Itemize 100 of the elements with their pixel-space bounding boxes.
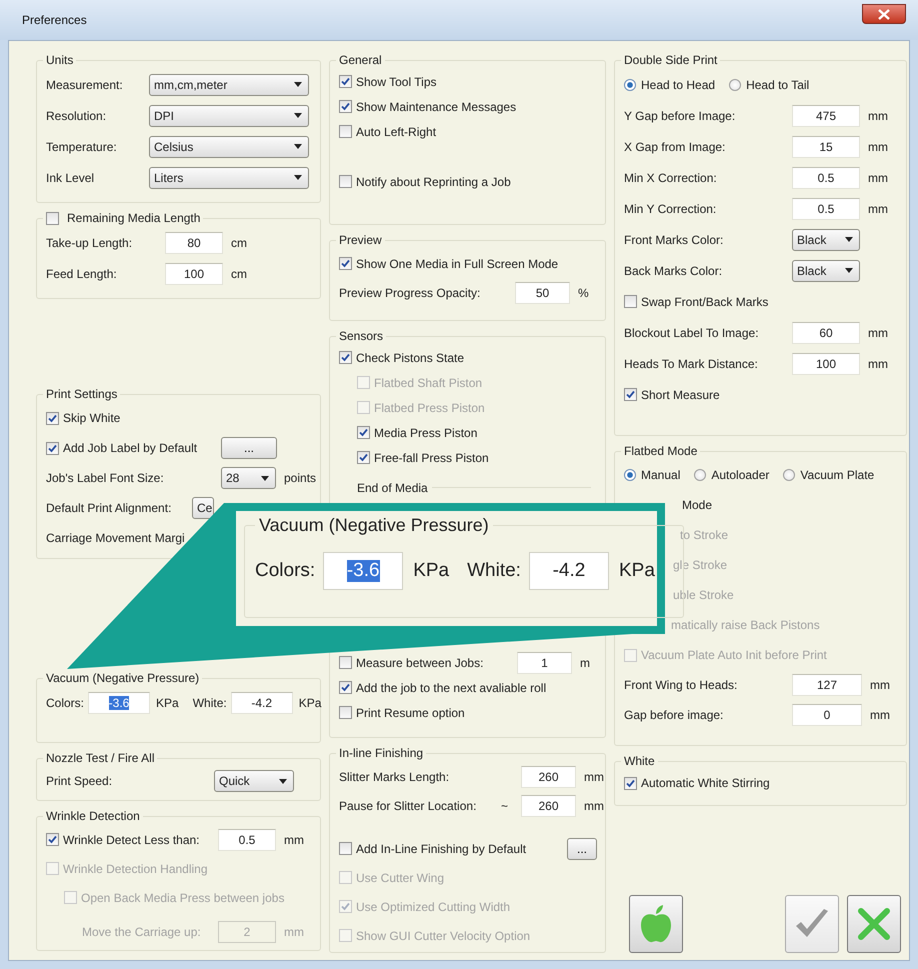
radio-label: Manual — [641, 468, 680, 482]
unit-label: mm — [584, 798, 604, 812]
checkbox-label: Wrinkle Detection Handling — [63, 862, 208, 876]
checkbox[interactable] — [46, 212, 59, 224]
radio-button[interactable] — [783, 469, 796, 481]
field-label: Colors: — [255, 560, 316, 582]
field-label: White: — [467, 560, 521, 582]
cancel-button[interactable] — [847, 895, 901, 953]
input-field[interactable]: 0.5 — [792, 166, 860, 188]
dropdown[interactable]: Black — [792, 228, 860, 250]
checkbox[interactable] — [339, 175, 352, 188]
unit-label: mm — [868, 140, 888, 154]
input-field[interactable]: 0 — [792, 704, 862, 726]
field-label: Take-up Length: — [46, 236, 134, 250]
group-title: General — [339, 53, 382, 67]
checkbox[interactable] — [624, 295, 637, 308]
input-field[interactable]: -4.2 — [230, 692, 293, 714]
checkbox[interactable] — [339, 842, 352, 855]
checkbox-label: Show Tool Tips — [356, 74, 436, 88]
group-title: Double Side Print — [624, 53, 718, 67]
checkbox[interactable] — [624, 388, 637, 401]
checkbox[interactable] — [339, 75, 352, 88]
checkbox[interactable] — [339, 656, 352, 669]
field-label: Blockout Label To Image: — [624, 326, 760, 340]
input-field[interactable]: 60 — [792, 322, 860, 344]
checkbox-label: Free-fall Press Piston — [374, 450, 489, 464]
input-field[interactable]: 127 — [792, 674, 862, 696]
unit-label: cm — [231, 236, 247, 250]
group-title: In-line Finishing — [339, 746, 424, 760]
dropdown[interactable]: DPI — [149, 104, 309, 126]
checkbox[interactable] — [46, 412, 59, 424]
input-field[interactable]: 50 — [515, 282, 570, 304]
more-button[interactable]: ... — [567, 838, 597, 860]
radio-button[interactable] — [694, 469, 706, 481]
caret-icon — [279, 778, 287, 784]
radio-label: Vacuum Plate — [800, 468, 874, 482]
dropdown[interactable]: mm,cm,meter — [149, 74, 309, 96]
field-label: Measurement: — [46, 78, 124, 92]
group-title: Vacuum (Negative Pressure) — [258, 515, 490, 536]
apple-button[interactable] — [629, 895, 683, 953]
checkbox[interactable] — [339, 681, 352, 694]
close-button[interactable] — [862, 4, 906, 24]
input-field[interactable]: 0.5 — [218, 828, 276, 850]
unit-label: m — [580, 656, 590, 670]
field-label: Temperature: — [46, 140, 118, 154]
input-field[interactable]: 100 — [792, 352, 860, 374]
caret-icon — [261, 476, 269, 480]
input-field[interactable]: 260 — [521, 766, 576, 788]
checkbox[interactable] — [357, 451, 370, 464]
caret-icon — [845, 237, 853, 242]
dropdown[interactable]: 28 — [221, 467, 276, 489]
dropdown[interactable]: Liters — [149, 166, 309, 188]
checkbox-label: Open Back Media Press between jobs — [81, 890, 284, 904]
input-field[interactable]: -3.6 — [323, 552, 404, 590]
checkbox[interactable] — [624, 776, 637, 790]
input-field[interactable]: 100 — [165, 262, 223, 284]
checkbox-label: Print Resume option — [356, 706, 465, 720]
unit-label: KPa — [618, 560, 655, 582]
dropdown[interactable]: Ce — [192, 497, 214, 519]
checkbox[interactable] — [339, 257, 352, 270]
group-title: Sensors — [339, 329, 384, 343]
checkbox-label: Use Cutter Wing — [356, 870, 444, 884]
checkbox[interactable] — [46, 833, 59, 846]
input-field[interactable]: 260 — [521, 794, 576, 816]
checkbox[interactable] — [357, 426, 370, 439]
group-title: White — [624, 754, 655, 768]
checkbox[interactable] — [339, 706, 352, 719]
input-field[interactable]: -4.2 — [528, 552, 609, 590]
field-label: Pause for Slitter Location: — [339, 798, 478, 812]
unit-label: cm — [231, 266, 247, 280]
checkbox-label: Add Job Label by Default — [63, 441, 198, 455]
radio-button[interactable] — [729, 78, 742, 90]
input-field[interactable]: 15 — [792, 136, 860, 158]
checkbox-label: Add In-Line Finishing by Default — [356, 842, 526, 856]
dropdown[interactable]: Celsius — [149, 136, 309, 158]
input-field[interactable]: 1 — [517, 652, 572, 674]
checkbox-label: Flatbed Shaft Piston — [374, 376, 482, 390]
checkbox-label: Show One Media in Full Screen Mode — [356, 256, 558, 270]
checkbox-label: Notify about Reprinting a Job — [356, 174, 511, 188]
field-label: Move the Carriage up: — [82, 924, 202, 938]
approx-sign: ~ — [501, 798, 510, 812]
input-field[interactable]: 475 — [792, 104, 860, 126]
dropdown[interactable]: Black — [792, 260, 860, 282]
checkbox-label: Vacuum Plate Auto Init before Print — [641, 648, 827, 662]
radio-button[interactable] — [624, 78, 636, 90]
input-field[interactable]: 80 — [165, 232, 223, 254]
unit-label: KPa — [156, 696, 179, 710]
unit-label: mm — [868, 326, 888, 340]
checkbox[interactable] — [339, 100, 352, 113]
checkbox[interactable] — [339, 125, 352, 138]
checkbox[interactable] — [46, 442, 59, 454]
radio-button[interactable] — [624, 469, 636, 481]
input-field[interactable]: -3.6 — [88, 692, 150, 714]
field-label: Back Marks Color: — [624, 264, 724, 278]
dropdown[interactable]: Quick — [214, 770, 294, 792]
option-label: Carriage Movement Margi — [46, 531, 185, 545]
more-button[interactable]: ... — [221, 437, 277, 459]
checkbox[interactable] — [339, 351, 352, 364]
unit-label: KPa — [298, 696, 322, 710]
input-field[interactable]: 0.5 — [792, 198, 860, 220]
